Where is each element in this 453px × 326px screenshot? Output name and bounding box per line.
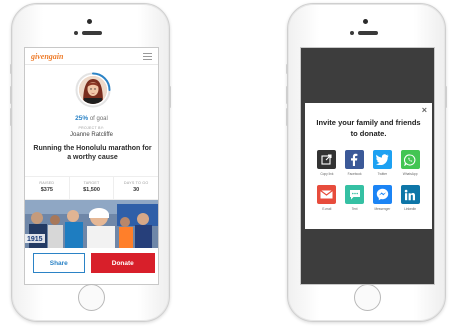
stat-label: TARGET [83,181,100,185]
project-by-label: PROJECT BY: [78,126,105,130]
facebook-icon [345,150,365,169]
donate-button[interactable]: Donate [90,253,155,273]
modal-heading: Invite your family and friends to donate… [316,118,421,138]
share-option-whatsapp[interactable]: WhatsApp [396,150,424,176]
mute-switch [286,64,288,74]
share-option-messenger[interactable]: Messenger [369,185,397,211]
phone-frame-right: × Invite your family and friends to dona… [286,3,447,322]
mute-switch [10,64,12,74]
front-camera [363,19,368,24]
action-bar: Share Donate [25,253,158,279]
volume-down-button [286,108,288,126]
share-overlay-screen[interactable]: × Invite your family and friends to dona… [300,47,435,285]
stat-days-to-go: DAYS TO GO 30 [113,177,158,199]
share-button[interactable]: Share [33,253,85,273]
share-option-label: E-mail [322,207,332,211]
messenger-icon [372,185,392,204]
stat-label: DAYS TO GO [123,181,149,185]
hamburger-menu-icon[interactable] [143,52,152,60]
stat-value: 30 [133,187,140,193]
email-icon [317,185,337,204]
app-header: givengain [25,48,158,65]
share-option-label: Copy link [320,172,334,176]
share-option-facebook[interactable]: Facebook [341,150,369,176]
sensor [74,31,78,35]
share-option-copy-link[interactable]: Copy link [313,150,341,176]
stats-bar: RAISED $375 TARGET $1,500 DAYS TO GO 30 [25,176,158,200]
home-button[interactable] [354,284,381,311]
owner-name[interactable]: Joanne Ratcliffe [25,132,158,138]
whatsapp-icon [400,150,420,169]
share-option-linkedin[interactable]: LinkedIn [396,185,424,211]
share-option-text[interactable]: Text [341,185,369,211]
close-icon[interactable]: × [422,106,427,115]
front-camera [87,19,92,24]
avatar [79,76,107,104]
goal-progress-text: 25% of goal [25,115,158,122]
stat-target: TARGET $1,500 [68,177,114,199]
share-option-email[interactable]: E-mail [313,185,341,211]
runner-bib-number: 1915 [27,236,43,243]
share-option-label: Twitter [377,172,388,176]
share-options-grid: Copy link Facebook Twitter WhatsApp E-ma… [313,150,424,211]
goal-percent: 25% [75,115,89,122]
page-title: Running the Honolulu marathon for a wort… [33,145,152,161]
power-button [169,86,171,108]
volume-up-button [10,86,12,104]
marathon-photo: 1915 [25,200,158,248]
sensor [350,31,354,35]
text-message-icon [345,185,365,204]
home-button[interactable] [78,284,105,311]
linkedin-icon [400,185,420,204]
share-option-label: Facebook [347,172,362,176]
volume-down-button [10,108,12,126]
copy-link-icon [317,150,337,169]
share-option-label: WhatsApp [402,172,418,176]
share-modal: × Invite your family and friends to dona… [305,103,432,229]
fundraiser-screen: givengain 25% of goal PROJECT BY: Joanne… [24,47,159,285]
givengain-logo[interactable]: givengain [31,52,63,61]
stat-label: RAISED [39,181,55,185]
stat-raised: RAISED $375 [25,177,69,199]
earpiece-speaker [82,31,102,35]
share-option-label: LinkedIn [404,207,417,211]
phone-frame-left: givengain 25% of goal PROJECT BY: Joanne… [10,3,171,322]
volume-up-button [286,86,288,104]
stat-value: $375 [40,187,53,193]
progress-avatar [75,72,111,108]
share-option-twitter[interactable]: Twitter [369,150,397,176]
stat-value: $1,500 [83,187,100,193]
power-button [445,86,447,108]
share-option-label: Messenger [374,207,391,211]
earpiece-speaker [358,31,378,35]
twitter-icon [372,150,392,169]
goal-suffix: of goal [88,116,108,122]
share-option-label: Text [351,207,358,211]
